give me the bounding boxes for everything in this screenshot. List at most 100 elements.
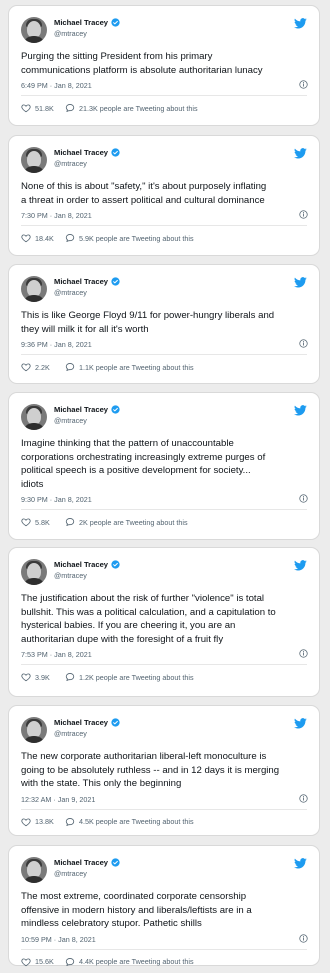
tweet-card[interactable]: Michael Tracey @mtracey The new corporat… <box>8 705 320 836</box>
author-name[interactable]: Michael Tracey <box>54 718 120 727</box>
author-handle[interactable]: @mtracey <box>54 571 87 580</box>
like-button[interactable]: 15.6K <box>21 957 54 967</box>
tweet-text-line: communications platform is absolute auth… <box>21 64 263 76</box>
author-handle[interactable]: @mtracey <box>54 869 87 878</box>
tweet-stats: 15.6K 4.4K people are Tweeting about thi… <box>21 957 309 969</box>
tweeting-about-link[interactable]: 21.3K people are Tweeting about this <box>65 103 198 113</box>
tweet-timestamp[interactable]: 7:30 PM · Jan 8, 2021 <box>21 211 92 220</box>
author-name[interactable]: Michael Tracey <box>54 148 120 157</box>
avatar[interactable] <box>21 147 47 173</box>
twitter-bird-icon[interactable] <box>294 148 307 159</box>
avatar[interactable] <box>21 857 47 883</box>
tweet-text-line: The most extreme, coordinated corporate … <box>21 891 247 902</box>
twitter-bird-icon[interactable] <box>294 277 307 288</box>
tweet-timestamp[interactable]: 12:32 AM · Jan 9, 2021 <box>21 795 95 804</box>
twitter-bird-icon[interactable] <box>294 858 307 869</box>
tweet-text-line: None of this is about "safety," it's abo… <box>21 181 267 192</box>
like-button[interactable]: 18.4K <box>21 233 54 243</box>
like-count: 2.2K <box>35 362 50 372</box>
author-handle[interactable]: @mtracey <box>54 416 87 425</box>
tweet-card[interactable]: Michael Tracey @mtracey Imagine thinking… <box>8 392 320 540</box>
avatar[interactable] <box>21 559 47 585</box>
tweet-timestamp[interactable]: 9:30 PM · Jan 8, 2021 <box>21 495 92 504</box>
tweet-timestamp[interactable]: 6:49 PM · Jan 8, 2021 <box>21 81 92 90</box>
tweeting-about-link[interactable]: 5.9K people are Tweeting about this <box>65 233 194 243</box>
author-name-text: Michael Tracey <box>54 718 109 727</box>
tweet-text-line: going to be absolutely ruthless -- and i… <box>21 764 280 776</box>
avatar[interactable] <box>21 17 47 43</box>
tweeting-about-link[interactable]: 4.5K people are Tweeting about this <box>65 817 194 827</box>
tweet-timestamp[interactable]: 10:59 PM · Jan 8, 2021 <box>21 935 96 944</box>
author-handle[interactable]: @mtracey <box>54 288 87 297</box>
tweeting-about-text: 21.3K people are Tweeting about this <box>79 103 198 113</box>
tweet-stats: 3.9K 1.2K people are Tweeting about this <box>21 672 309 684</box>
tweet-card[interactable]: Michael Tracey @mtracey Purging the sitt… <box>8 5 320 126</box>
tweet-text-line: The justification about the risk of furt… <box>21 593 265 604</box>
info-icon[interactable] <box>299 210 308 219</box>
tweeting-about-text: 2K people are Tweeting about this <box>79 517 188 527</box>
verified-badge-icon <box>111 718 120 727</box>
author-handle[interactable]: @mtracey <box>54 29 87 38</box>
info-icon[interactable] <box>299 933 308 943</box>
divider <box>21 664 307 665</box>
tweet-card[interactable]: Michael Tracey @mtracey None of this is … <box>8 135 320 256</box>
like-button[interactable]: 2.2K <box>21 362 50 372</box>
twitter-bird-icon[interactable] <box>294 718 307 729</box>
verified-badge-icon <box>111 18 120 27</box>
author-name[interactable]: Michael Tracey <box>54 858 120 867</box>
author-name[interactable]: Michael Tracey <box>54 277 120 286</box>
like-button[interactable]: 13.8K <box>21 817 54 827</box>
avatar[interactable] <box>21 276 47 302</box>
info-icon[interactable] <box>299 793 308 803</box>
twitter-bird-icon[interactable] <box>294 18 307 29</box>
author-name-text: Michael Tracey <box>54 858 109 867</box>
avatar[interactable] <box>21 404 47 430</box>
speech-bubble-icon <box>65 673 75 681</box>
author-handle[interactable]: @mtracey <box>54 159 87 168</box>
divider <box>21 225 307 226</box>
avatar[interactable] <box>21 717 47 743</box>
tweet-text: The justification about the risk of furt… <box>21 592 309 646</box>
tweet-text-line: a threat in order to assert political an… <box>21 194 265 206</box>
tweeting-about-link[interactable]: 2K people are Tweeting about this <box>65 517 188 527</box>
like-count: 3.9K <box>35 672 50 682</box>
tweet-text-line: Purging the sitting President from his p… <box>21 51 213 62</box>
tweet-card[interactable]: Michael Tracey @mtracey This is like Geo… <box>8 264 320 384</box>
tweet-text-line: authoritarian dupe with the foresight of… <box>21 633 224 645</box>
info-icon[interactable] <box>299 494 308 503</box>
info-icon[interactable] <box>299 649 308 658</box>
tweet-stats: 5.8K 2K people are Tweeting about this <box>21 517 309 529</box>
author-handle[interactable]: @mtracey <box>54 729 87 738</box>
tweet-text: Imagine thinking that the pattern of una… <box>21 437 309 491</box>
info-icon[interactable] <box>299 80 308 89</box>
tweet-card[interactable]: Michael Tracey @mtracey The most extreme… <box>8 845 320 966</box>
speech-bubble-icon <box>65 363 75 371</box>
speech-bubble-icon <box>65 104 75 112</box>
like-button[interactable]: 3.9K <box>21 672 50 682</box>
tweeting-about-link[interactable]: 1.1K people are Tweeting about this <box>65 362 194 372</box>
heart-icon <box>21 234 31 243</box>
verified-badge-icon <box>111 148 120 157</box>
like-button[interactable]: 5.8K <box>21 517 50 527</box>
author-name[interactable]: Michael Tracey <box>54 18 120 27</box>
tweeting-about-link[interactable]: 4.4K people are Tweeting about this <box>65 957 194 967</box>
heart-icon <box>21 673 31 682</box>
tweet-stats: 2.2K 1.1K people are Tweeting about this <box>21 362 309 374</box>
heart-icon <box>21 518 31 527</box>
tweet-timestamp[interactable]: 7:53 PM · Jan 8, 2021 <box>21 650 92 659</box>
tweeting-about-link[interactable]: 1.2K people are Tweeting about this <box>65 672 194 682</box>
author-name[interactable]: Michael Tracey <box>54 560 120 569</box>
author-name[interactable]: Michael Tracey <box>54 405 120 414</box>
like-button[interactable]: 51.8K <box>21 103 54 113</box>
speech-bubble-icon <box>65 518 75 526</box>
tweeting-about-text: 5.9K people are Tweeting about this <box>79 233 194 243</box>
tweet-card[interactable]: Michael Tracey @mtracey The justificatio… <box>8 547 320 697</box>
tweet-timestamp[interactable]: 9:36 PM · Jan 8, 2021 <box>21 340 92 349</box>
twitter-bird-icon[interactable] <box>294 560 307 571</box>
info-icon[interactable] <box>299 339 308 348</box>
twitter-bird-icon[interactable] <box>294 405 307 416</box>
author-name-text: Michael Tracey <box>54 277 109 286</box>
tweet-text: The most extreme, coordinated corporate … <box>21 890 309 931</box>
tweeting-about-text: 4.4K people are Tweeting about this <box>79 957 194 966</box>
tweeting-about-text: 1.2K people are Tweeting about this <box>79 672 194 682</box>
